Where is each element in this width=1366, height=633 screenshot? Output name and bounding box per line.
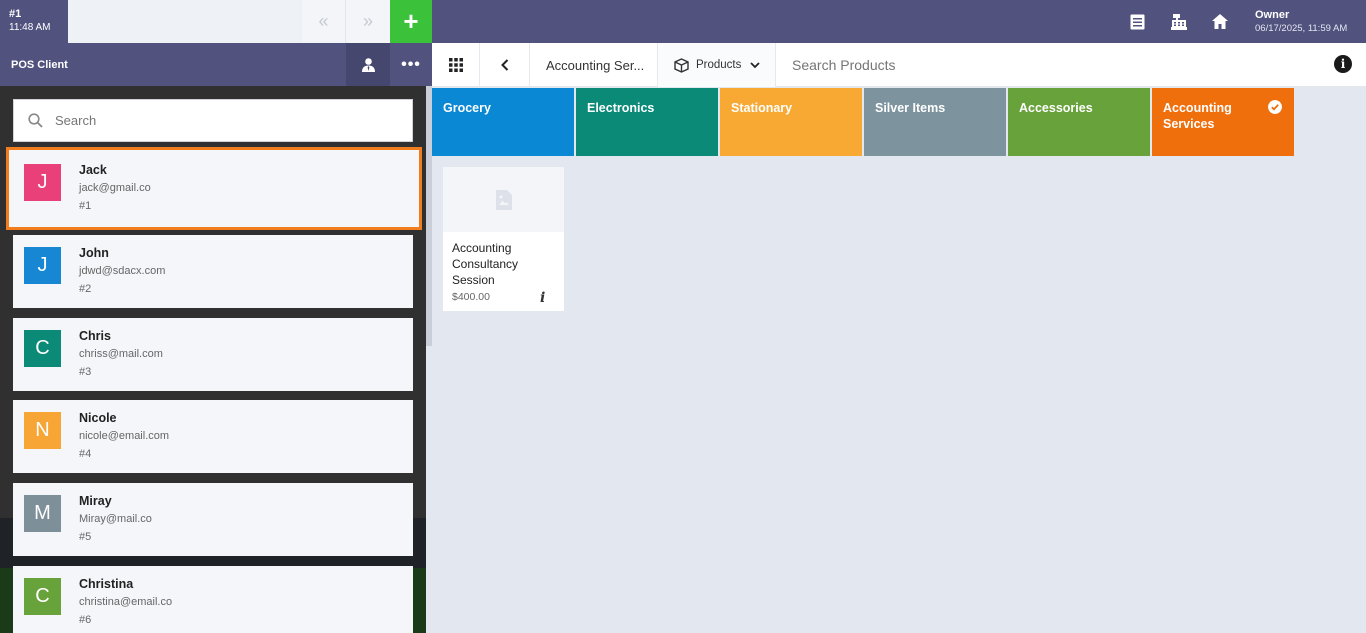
- client-search-box[interactable]: [13, 99, 413, 142]
- category-label: Accessories: [1019, 101, 1093, 115]
- category-accessories[interactable]: Accessories: [1008, 88, 1150, 156]
- avatar: C: [24, 330, 61, 367]
- category-label: Electronics: [587, 101, 655, 115]
- client-email: Miray@mail.co: [79, 513, 152, 525]
- order-number: #1: [9, 8, 22, 20]
- client-id: #2: [79, 283, 92, 295]
- check-circle-icon: [1268, 100, 1282, 114]
- more-dots-icon: •••: [401, 55, 421, 73]
- info-icon[interactable]: i: [1334, 55, 1352, 73]
- home-button[interactable]: [1206, 0, 1234, 43]
- category-label: Accounting Services: [1163, 101, 1232, 131]
- next-order-button[interactable]: »: [346, 0, 390, 43]
- client-card-john[interactable]: J John jdwd@sdacx.com #2: [13, 235, 413, 308]
- user-tie-icon: [361, 57, 375, 72]
- client-id: #5: [79, 531, 92, 543]
- cash-register-button[interactable]: [1165, 0, 1193, 43]
- client-id: #4: [79, 448, 92, 460]
- avatar: J: [24, 164, 61, 201]
- client-email: jdwd@sdacx.com: [79, 265, 166, 277]
- product-search-box[interactable]: [778, 43, 1318, 87]
- user-info: Owner 06/17/2025, 11:59 AM: [1255, 9, 1347, 35]
- client-id: #3: [79, 366, 92, 378]
- client-email: chriss@mail.com: [79, 348, 163, 360]
- client-name: Miray: [79, 494, 112, 508]
- order-tabs-area: [68, 0, 302, 43]
- avatar: M: [24, 495, 61, 532]
- client-card-christina[interactable]: C Christina christina@email.co #6: [13, 566, 413, 633]
- product-search-input[interactable]: [792, 57, 1292, 73]
- client-name: John: [79, 246, 109, 260]
- client-id: #1: [79, 200, 92, 212]
- avatar: J: [24, 247, 61, 284]
- prev-order-button[interactable]: «: [302, 0, 346, 43]
- client-list-panel: J Jack jack@gmail.co #1 J John jdwd@sdac…: [0, 86, 426, 633]
- current-datetime: 06/17/2025, 11:59 AM: [1255, 23, 1348, 34]
- product-toolbar: Accounting Ser... Products i: [432, 43, 1366, 87]
- product-info-icon[interactable]: i: [540, 290, 545, 306]
- search-icon: [28, 113, 43, 128]
- product-card[interactable]: Accounting Consultancy Session $400.00 i: [443, 167, 564, 311]
- client-profile-button[interactable]: [346, 43, 390, 86]
- back-button[interactable]: [480, 43, 530, 87]
- avatar: C: [24, 578, 61, 615]
- category-grocery[interactable]: Grocery: [432, 88, 574, 156]
- category-grid-button[interactable]: [432, 43, 480, 87]
- client-card-nicole[interactable]: N Nicole nicole@email.com #4: [13, 400, 413, 473]
- client-more-button[interactable]: •••: [390, 43, 432, 86]
- receipt-icon: [1130, 14, 1144, 29]
- breadcrumb-category[interactable]: Accounting Ser...: [530, 43, 658, 87]
- chevron-down-icon: [750, 61, 761, 68]
- client-panel-title: POS Client: [11, 59, 68, 71]
- client-search-input[interactable]: [55, 113, 375, 128]
- client-id: #6: [79, 614, 92, 626]
- client-email: jack@gmail.co: [79, 182, 151, 194]
- home-icon: [1212, 14, 1228, 29]
- double-chevron-left-icon: «: [318, 11, 329, 31]
- cash-register-icon: [1171, 13, 1187, 30]
- receipt-button[interactable]: [1123, 0, 1151, 43]
- box-icon: [674, 57, 689, 73]
- products-dropdown[interactable]: Products: [658, 43, 776, 87]
- category-label: Silver Items: [875, 101, 946, 115]
- products-dropdown-label: Products: [696, 59, 742, 71]
- add-order-button[interactable]: +: [390, 0, 432, 43]
- category-accounting-services[interactable]: Accounting Services: [1152, 88, 1294, 156]
- avatar: N: [24, 412, 61, 449]
- client-name: Christina: [79, 577, 134, 591]
- client-card-miray[interactable]: M Miray Miray@mail.co #5: [13, 483, 413, 556]
- order-tab[interactable]: #1 11:48 AM: [0, 0, 68, 43]
- product-name: Accounting Consultancy Session: [452, 241, 519, 287]
- client-email: christina@email.co: [79, 596, 173, 608]
- category-silver-items[interactable]: Silver Items: [864, 88, 1006, 156]
- order-time: 11:48 AM: [9, 22, 51, 33]
- double-chevron-right-icon: »: [362, 11, 373, 31]
- client-name: Chris: [79, 329, 111, 343]
- grid-icon: [448, 58, 463, 72]
- client-card-jack[interactable]: J Jack jack@gmail.co #1: [9, 150, 419, 227]
- image-file-icon: [495, 189, 512, 210]
- user-name: Owner: [1255, 9, 1290, 21]
- category-label: Stationary: [731, 101, 793, 115]
- plus-icon: +: [403, 6, 419, 36]
- category-stationary[interactable]: Stationary: [720, 88, 862, 156]
- client-name: Jack: [79, 163, 107, 177]
- chevron-left-icon: [500, 59, 508, 71]
- client-name: Nicole: [79, 411, 117, 425]
- category-label: Grocery: [443, 101, 491, 115]
- product-image-placeholder: [443, 167, 564, 232]
- client-email: nicole@email.com: [79, 430, 170, 442]
- category-electronics[interactable]: Electronics: [576, 88, 718, 156]
- client-card-chris[interactable]: C Chris chriss@mail.com #3: [13, 318, 413, 391]
- product-price: $400.00: [452, 291, 490, 303]
